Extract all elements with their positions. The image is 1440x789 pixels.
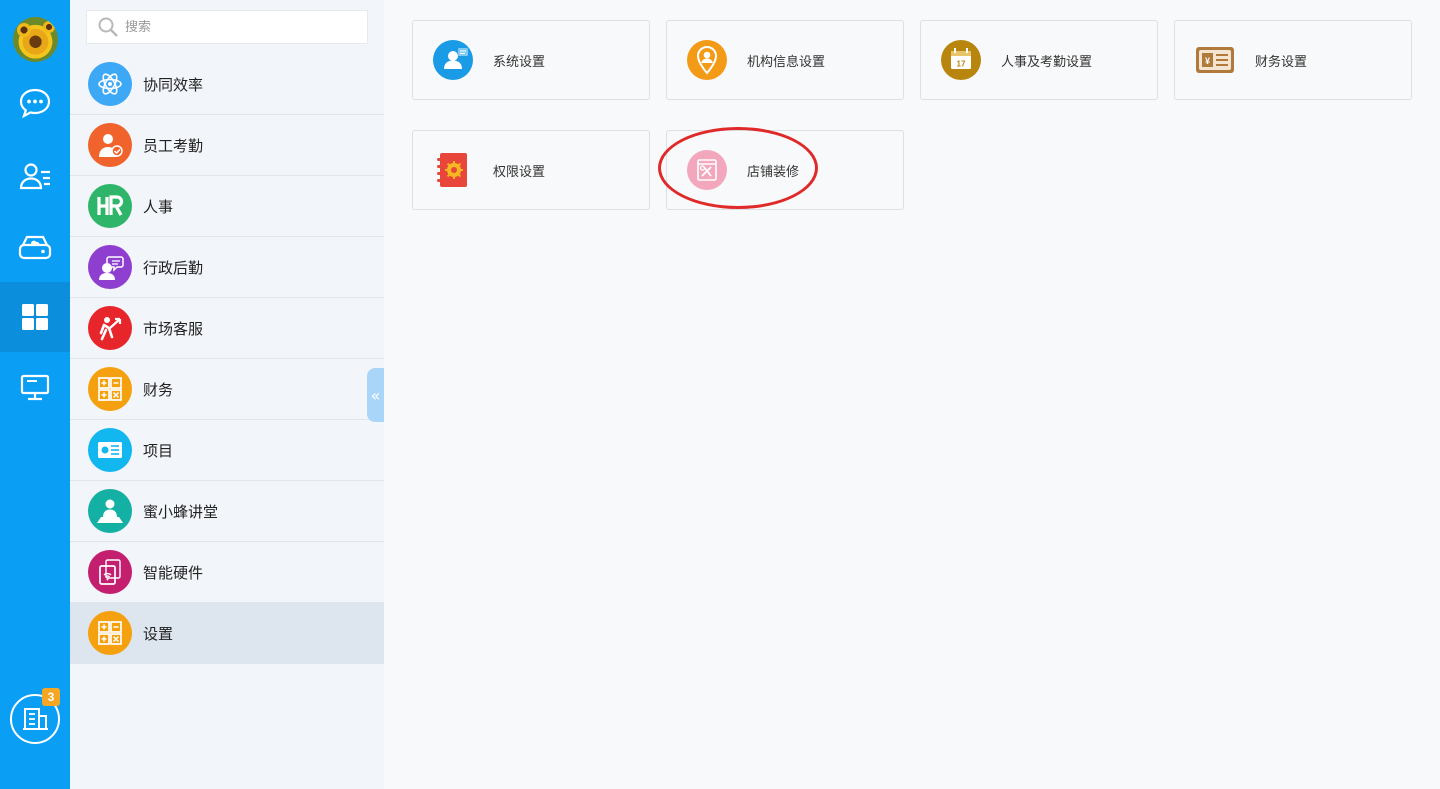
card-shop-decoration[interactable]: 店铺装修 — [666, 130, 904, 210]
menu-label: 财务 — [143, 380, 174, 399]
permission-book-icon — [433, 150, 473, 190]
calendar-icon: 17 — [941, 40, 981, 80]
svg-text:17: 17 — [957, 60, 966, 69]
card-label: 店铺装修 — [747, 164, 800, 180]
card-label: 机构信息设置 — [747, 54, 826, 70]
search-input[interactable] — [125, 19, 365, 35]
card-label: 系统设置 — [493, 54, 546, 70]
module-menu: 协同效率 员工考勤 人事 行政后勤 市场客服 财务 项目 蜜小蜂讲堂 智能硬件 … — [70, 54, 384, 664]
card-finance-settings[interactable]: ¥ 财务设置 — [1174, 20, 1412, 100]
svg-text:¥: ¥ — [1205, 56, 1210, 66]
atom-icon — [88, 62, 132, 106]
menu-item-collaboration[interactable]: 协同效率 — [70, 54, 384, 115]
menu-label: 员工考勤 — [143, 136, 204, 155]
card-label: 财务设置 — [1255, 54, 1308, 70]
app-sidebar: 协同效率 员工考勤 人事 行政后勤 市场客服 — [70, 0, 384, 789]
finance-card-icon: ¥ — [1195, 40, 1235, 80]
menu-label: 协同效率 — [143, 75, 204, 94]
cloud-drive-icon — [18, 235, 52, 260]
notification-badge: 3 — [42, 688, 60, 706]
calculator-icon — [88, 367, 132, 411]
employee-check-icon — [88, 123, 132, 167]
menu-item-settings[interactable]: 设置 — [70, 603, 384, 664]
menu-label: 设置 — [143, 624, 174, 643]
lecture-icon — [88, 489, 132, 533]
chat-bubble-icon — [19, 88, 51, 119]
menu-item-finance[interactable]: 财务 — [70, 359, 384, 420]
card-hr-attendance-settings[interactable]: 17 人事及考勤设置 — [920, 20, 1158, 100]
menu-item-attendance[interactable]: 员工考勤 — [70, 115, 384, 176]
double-chevron-left-icon: « — [370, 385, 381, 405]
menu-label: 项目 — [143, 441, 174, 460]
menu-item-admin[interactable]: 行政后勤 — [70, 237, 384, 298]
card-system-settings[interactable]: 系统设置 — [412, 20, 650, 100]
settings-panel: 系统设置 机构信息设置 17 人事及考勤设置 ¥ 财务设置 权限设置 店铺装修 — [384, 0, 1440, 789]
admin-service-icon — [88, 245, 132, 289]
user-settings-icon — [433, 40, 473, 80]
app-rail: 3 — [0, 0, 70, 789]
rail-cloud-drive[interactable] — [0, 212, 70, 282]
monitor-icon — [20, 374, 50, 401]
rail-chat[interactable] — [0, 68, 70, 138]
menu-label: 人事 — [143, 197, 174, 216]
menu-item-lecture[interactable]: 蜜小蜂讲堂 — [70, 481, 384, 542]
menu-label: 市场客服 — [143, 319, 204, 338]
menu-label: 智能硬件 — [143, 563, 204, 582]
card-org-info-settings[interactable]: 机构信息设置 — [666, 20, 904, 100]
location-pin-icon — [687, 40, 727, 80]
menu-label: 蜜小蜂讲堂 — [143, 502, 219, 521]
menu-item-smart-hardware[interactable]: 智能硬件 — [70, 542, 384, 603]
card-permission-settings[interactable]: 权限设置 — [412, 130, 650, 210]
smart-device-icon — [88, 550, 132, 594]
menu-item-hr[interactable]: 人事 — [70, 176, 384, 237]
shop-decoration-icon — [687, 150, 727, 190]
apps-grid-icon — [22, 304, 48, 330]
card-label: 人事及考勤设置 — [1001, 54, 1093, 70]
search-icon — [98, 17, 118, 37]
search-box[interactable] — [86, 10, 368, 44]
menu-item-project[interactable]: 项目 — [70, 420, 384, 481]
user-avatar[interactable] — [13, 17, 58, 62]
card-label: 权限设置 — [493, 164, 546, 180]
rail-contacts[interactable] — [0, 141, 70, 211]
menu-item-market[interactable]: 市场客服 — [70, 298, 384, 359]
calculator-icon — [88, 611, 132, 655]
rail-desktop[interactable] — [0, 352, 70, 422]
hr-icon — [88, 184, 132, 228]
contacts-icon — [19, 163, 50, 190]
collapse-sidebar-button[interactable]: « — [367, 368, 384, 422]
menu-label: 行政后勤 — [143, 258, 204, 277]
market-growth-icon — [88, 306, 132, 350]
project-card-icon — [88, 428, 132, 472]
rail-apps[interactable] — [0, 282, 70, 352]
building-icon — [23, 708, 48, 730]
